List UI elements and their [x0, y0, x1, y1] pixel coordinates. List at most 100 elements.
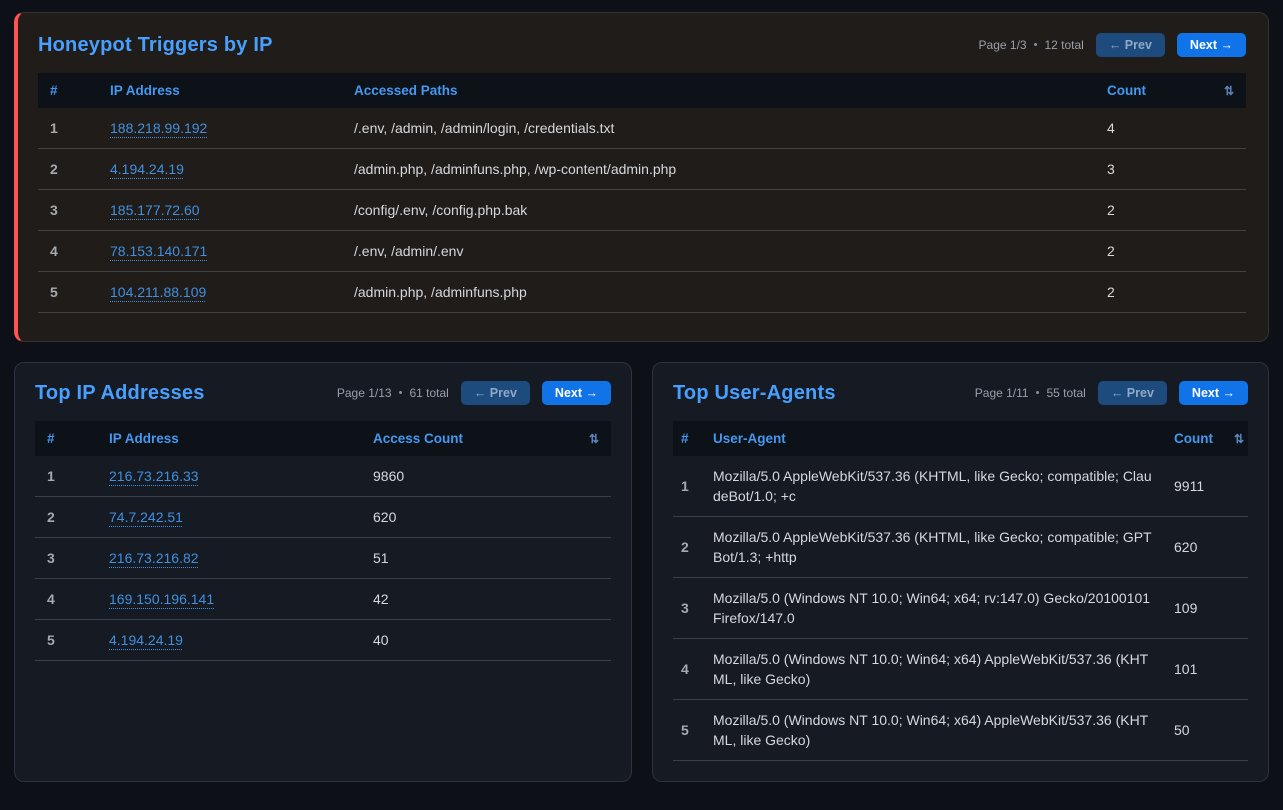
panel-title: Top IP Addresses: [35, 382, 205, 405]
column-header-ua: User-Agent: [705, 421, 1166, 456]
ip-cell: 216.73.216.82: [97, 538, 361, 579]
num-cell: 1: [35, 456, 97, 497]
next-page-button[interactable]: Next →: [542, 381, 611, 405]
spacer-cell: [1210, 108, 1246, 149]
ip-link[interactable]: 216.73.216.33: [109, 468, 199, 484]
spacer-cell: [1210, 231, 1246, 272]
column-header-count: Count: [1095, 73, 1210, 108]
paths-cell: /admin.php, /adminfuns.php, /wp-content/…: [342, 149, 1095, 190]
honeypot-table: #IP AddressAccessed PathsCount⇅ 1 188.218…: [38, 73, 1246, 313]
spacer-cell: [581, 538, 611, 579]
count-cell: 50: [1166, 700, 1226, 761]
header-row: #User-AgentCount⇅: [673, 421, 1248, 456]
table-body: 1216.73.216.339860274.7.242.516203216.73…: [35, 456, 611, 661]
panel-top-ip-addresses: Top IP Addresses Page 1/13 • 61 total ← …: [14, 362, 632, 782]
count-cell: 109: [1166, 578, 1226, 639]
ua-cell: Mozilla/5.0 AppleWebKit/537.36 (KHTML, l…: [705, 517, 1166, 578]
paths-cell: /admin.php, /adminfuns.php: [342, 272, 1095, 313]
ip-link[interactable]: 104.211.88.109: [110, 284, 206, 300]
ip-link[interactable]: 4.194.24.19: [109, 632, 183, 648]
num-cell: 2: [38, 149, 98, 190]
spacer-cell: [1210, 190, 1246, 231]
table-row: 4 169.150.196.141 42: [35, 579, 611, 620]
prev-page-button[interactable]: ← Prev: [1098, 381, 1167, 405]
count-cell: 3: [1095, 149, 1210, 190]
bullet-separator: •: [399, 387, 403, 399]
pagination: Page 1/11 • 55 total ← Prev Next →: [975, 381, 1248, 405]
count-cell: 101: [1166, 639, 1226, 700]
spacer-cell: [1210, 149, 1246, 190]
ip-link[interactable]: 188.218.99.192: [110, 120, 207, 136]
table-header: #IP AddressAccess Count⇅: [35, 421, 611, 456]
ip-link[interactable]: 169.150.196.141: [109, 591, 214, 607]
num-cell: 2: [35, 497, 97, 538]
ua-cell: Mozilla/5.0 (Windows NT 10.0; Win64; x64…: [705, 639, 1166, 700]
ip-cell: 4.194.24.19: [97, 620, 361, 661]
ip-link[interactable]: 78.153.140.171: [110, 243, 207, 259]
num-cell: 1: [38, 108, 98, 149]
num-cell: 5: [38, 272, 98, 313]
table-row: 3185.177.72.60/config/.env, /config.php.…: [38, 190, 1246, 231]
page-info: Page 1/11 • 55 total: [975, 386, 1086, 400]
prev-page-button[interactable]: ← Prev: [1096, 33, 1165, 57]
ua-cell: Mozilla/5.0 (Windows NT 10.0; Win64; x64…: [705, 700, 1166, 761]
spacer-cell: [1226, 517, 1248, 578]
spacer-cell: [1226, 456, 1248, 517]
num-cell: 4: [673, 639, 705, 700]
ip-link[interactable]: 74.7.242.51: [109, 509, 183, 525]
prev-page-button[interactable]: ← Prev: [461, 381, 530, 405]
top-user-agents-table: #User-AgentCount⇅ 1Mozilla/5.0 AppleWebK…: [673, 421, 1248, 761]
table-header: #User-AgentCount⇅: [673, 421, 1248, 456]
table-row: 274.7.242.51620: [35, 497, 611, 538]
spacer-cell: [581, 579, 611, 620]
page-number-text: Page 1/3: [979, 38, 1027, 52]
num-cell: 2: [673, 517, 705, 578]
sort-icon[interactable]: ⇅: [1210, 73, 1246, 108]
sort-icon[interactable]: ⇅: [581, 421, 611, 456]
page-number-text: Page 1/11: [975, 386, 1029, 400]
table-row: 54.194.24.1940: [35, 620, 611, 661]
table-body: 1 188.218.99.192 /.env, /admin, /admin/log…: [38, 108, 1246, 313]
num-cell: 4: [35, 579, 97, 620]
table-header: #IP AddressAccessed PathsCount⇅: [38, 73, 1246, 108]
spacer-cell: [1226, 700, 1248, 761]
column-header-num: #: [35, 421, 97, 456]
pagination: Page 1/13 • 61 total ← Prev Next →: [337, 381, 611, 405]
next-page-button[interactable]: Next →: [1179, 381, 1248, 405]
sort-icon[interactable]: ⇅: [1226, 421, 1248, 456]
table-row: 2 4.194.24.19/admin.php, /adminfuns.php, …: [38, 149, 1246, 190]
count-cell: 9860: [361, 456, 581, 497]
table-row: 5 104.211.88.109/admin.php, /adminfuns.ph…: [38, 272, 1246, 313]
top-ips-table: #IP AddressAccess Count⇅ 1 216.73.216.33 9…: [35, 421, 611, 661]
num-cell: 3: [35, 538, 97, 579]
header-row: #IP AddressAccess Count⇅: [35, 421, 611, 456]
table-body: 1Mozilla/5.0 AppleWebKit/537.36 (KHTML, …: [673, 456, 1248, 761]
ip-cell: 74.7.242.51: [97, 497, 361, 538]
ip-link[interactable]: 4.194.24.19: [110, 161, 184, 177]
bullet-separator: •: [1036, 387, 1040, 399]
panel-top-user-agents: Top User-Agents Page 1/11 • 55 total ← P…: [652, 362, 1269, 782]
panel-header: Top IP Addresses Page 1/13 • 61 total ← …: [35, 381, 611, 405]
count-cell: 2: [1095, 190, 1210, 231]
panel-header: Top User-Agents Page 1/11 • 55 total ← P…: [673, 381, 1248, 405]
spacer-cell: [1226, 578, 1248, 639]
column-header-count: Count: [1166, 421, 1226, 456]
next-page-button[interactable]: Next →: [1177, 33, 1246, 57]
count-cell: 42: [361, 579, 581, 620]
panel-honeypot-triggers: Honeypot Triggers by IP Page 1/3 • 12 to…: [14, 12, 1269, 342]
column-header-paths: Accessed Paths: [342, 73, 1095, 108]
num-cell: 5: [35, 620, 97, 661]
table-row: 1 216.73.216.33 9860: [35, 456, 611, 497]
num-cell: 1: [673, 456, 705, 517]
num-cell: 5: [673, 700, 705, 761]
paths-cell: /.env, /admin, /admin/login, /credential…: [342, 108, 1095, 149]
panel-title: Top User-Agents: [673, 382, 836, 405]
count-cell: 4: [1095, 108, 1210, 149]
ip-link[interactable]: 216.73.216.82: [109, 550, 199, 566]
table-row: 1Mozilla/5.0 AppleWebKit/537.36 (KHTML, …: [673, 456, 1248, 517]
total-count-text: 61 total: [409, 386, 448, 400]
page-info: Page 1/3 • 12 total: [979, 38, 1084, 52]
spacer-cell: [1210, 272, 1246, 313]
table-row: 4Mozilla/5.0 (Windows NT 10.0; Win64; x6…: [673, 639, 1248, 700]
ip-link[interactable]: 185.177.72.60: [110, 202, 200, 218]
